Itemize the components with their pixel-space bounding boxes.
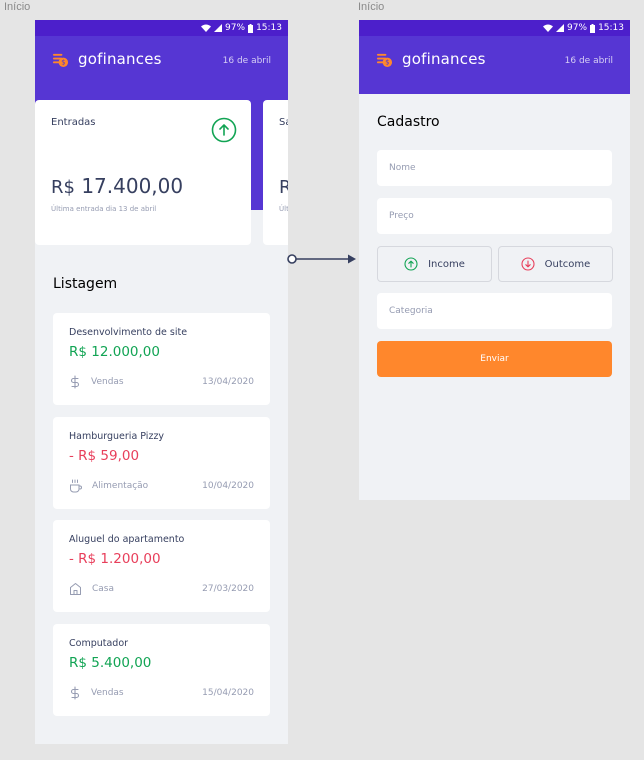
transaction-item[interactable]: Aluguel do apartamento - R$ 1.200,00 Cas… [53,520,270,612]
transaction-date: 27/03/2020 [202,584,254,594]
outcome-label: Outcome [544,258,591,270]
outcome-type-button[interactable]: Outcome [498,246,613,282]
transaction-date: 10/04/2020 [202,481,254,491]
transaction-amount: - R$ 1.200,00 [69,551,161,567]
transaction-category: Casa [69,582,114,596]
price-input[interactable] [377,198,612,234]
category-label: Vendas [91,377,124,387]
coffee-icon [70,479,82,493]
status-time: 15:13 [256,23,282,33]
app-name: gofinances [402,50,486,68]
signal-icon [214,24,223,32]
card-title: Sa [279,117,288,128]
transaction-title: Hamburgueria Pizzy [69,431,165,442]
frame-label-home: Início [4,1,31,13]
app-header: $ gofinances 16 de abril [359,36,630,94]
prototype-connector-arrow [287,254,356,264]
dashboard-screen: 97% 15:13 $ gofinances 16 de abril Entra… [35,20,288,744]
summary-cards[interactable]: Entradas R$ 17.400,00 Última entrada dia… [35,100,288,245]
home-icon [70,583,81,595]
transaction-date: 13/04/2020 [202,377,254,387]
card-title: Entradas [51,117,96,128]
card-subtitle: Últ [279,205,288,213]
status-bar: 97% 15:13 [35,20,288,36]
card-amount: R [279,174,288,198]
brand: $ gofinances [376,50,486,68]
transaction-item[interactable]: Computador R$ 5.400,00 Vendas 15/04/2020 [53,624,270,716]
register-screen: 97% 15:13 $ gofinances 16 de abril Cadas… [359,20,630,500]
arrow-up-circle-icon [211,117,237,143]
transaction-amount: R$ 12.000,00 [69,344,160,360]
status-bar: 97% 15:13 [359,20,630,36]
arrow-down-circle-icon [521,257,535,271]
submit-button[interactable]: Enviar [377,341,612,377]
list-title: Listagem [53,276,118,292]
name-input[interactable] [377,150,612,186]
battery-percent: 97% [567,23,588,33]
card-subtitle: Última entrada dia 13 de abril [51,205,157,213]
transaction-category: Vendas [69,686,124,700]
header-date: 16 de abril [564,56,613,66]
transaction-amount: - R$ 59,00 [69,448,140,464]
wifi-icon [201,24,212,32]
app-name: gofinances [78,50,162,68]
category-input[interactable] [377,293,612,329]
svg-text:$: $ [61,58,65,66]
card-value: 17.400,00 [81,174,184,198]
dollar-sign-icon [70,686,80,700]
transaction-title: Aluguel do apartamento [69,534,185,545]
card-outcome: Sa R Últ [263,100,288,245]
card-income: Entradas R$ 17.400,00 Última entrada dia… [35,100,251,245]
brand-logo-icon: $ [52,53,69,67]
dollar-sign-icon [70,375,80,389]
brand: $ gofinances [52,50,162,68]
header-date: 16 de abril [222,56,271,66]
category-label: Casa [92,584,115,594]
wifi-icon [543,24,554,32]
transaction-title: Desenvolvimento de site [69,327,188,338]
form-title: Cadastro [377,114,440,130]
card-currency: R$ [51,177,75,198]
transaction-item[interactable]: Hamburgueria Pizzy - R$ 59,00 Alimentaçã… [53,417,270,509]
brand-logo-icon: $ [376,53,393,67]
card-currency: R [279,177,288,198]
signal-icon [556,24,565,32]
category-label: Vendas [91,688,124,698]
category-label: Alimentação [92,481,149,491]
battery-icon [590,23,596,33]
income-label: Income [428,258,465,270]
transaction-date: 15/04/2020 [202,688,254,698]
svg-text:$: $ [385,58,389,66]
arrow-up-circle-icon [404,257,418,271]
transaction-category: Alimentação [69,479,148,493]
transaction-item[interactable]: Desenvolvimento de site R$ 12.000,00 Ven… [53,313,270,405]
transaction-title: Computador [69,638,129,649]
transaction-category: Vendas [69,375,124,389]
transaction-amount: R$ 5.400,00 [69,655,152,671]
card-amount: R$ 17.400,00 [51,174,183,198]
frame-label-register: Início [358,1,385,13]
battery-percent: 97% [225,23,246,33]
status-time: 15:13 [598,23,624,33]
battery-icon [248,23,254,33]
income-type-button[interactable]: Income [377,246,492,282]
